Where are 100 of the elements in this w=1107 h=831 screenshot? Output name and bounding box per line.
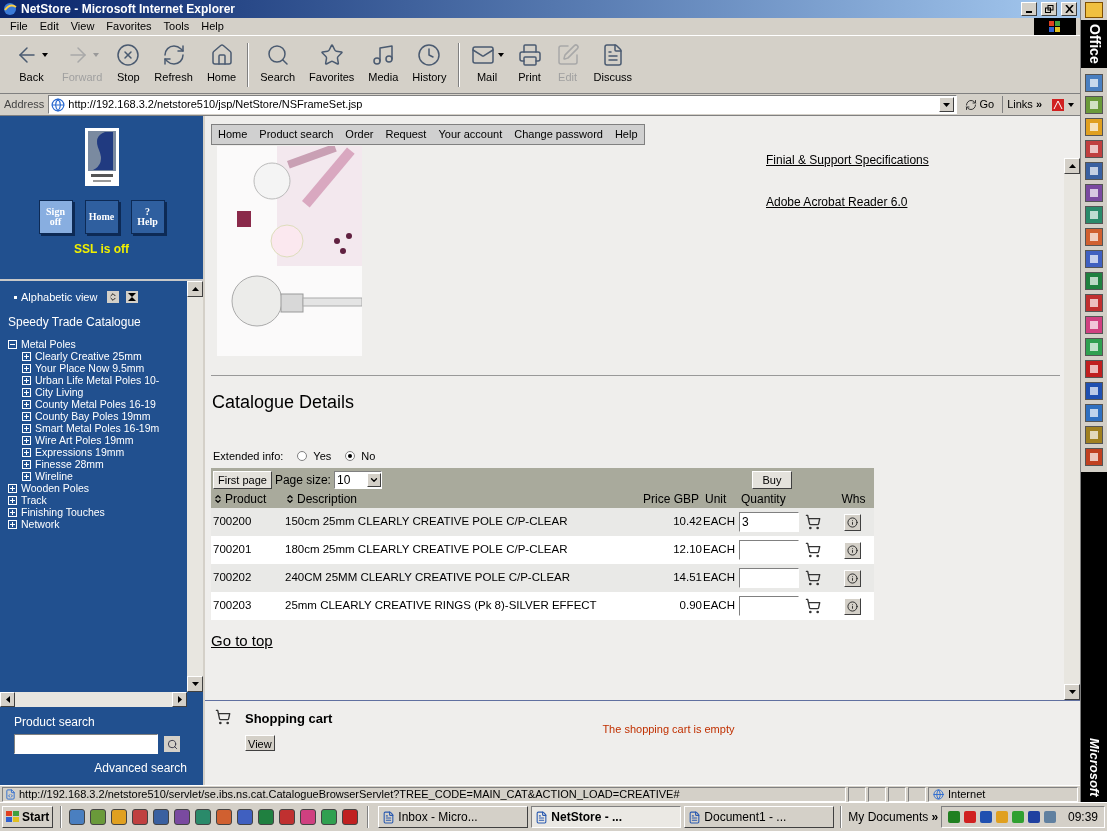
menu-item[interactable]: Tools [157, 18, 196, 35]
cart-icon[interactable] [805, 570, 821, 586]
app-shortcut-icon[interactable] [1085, 359, 1103, 378]
expand-icon[interactable] [22, 436, 31, 445]
expand-icon[interactable] [22, 376, 31, 385]
quick-launch-icon[interactable] [195, 809, 212, 825]
nav-item[interactable]: Order [339, 125, 380, 144]
cart-icon[interactable] [805, 514, 821, 530]
quick-launch-icon[interactable] [69, 809, 86, 825]
scroll-up-button[interactable] [1064, 158, 1080, 174]
expand-icon[interactable] [22, 424, 31, 433]
product-search-field[interactable] [14, 734, 158, 754]
app-shortcut-icon[interactable] [1085, 249, 1103, 268]
column-header[interactable]: Description [283, 490, 623, 508]
search-button[interactable] [164, 736, 180, 752]
cart-icon[interactable] [805, 598, 821, 614]
restore-button[interactable] [1041, 2, 1057, 16]
expand-icon[interactable] [22, 412, 31, 421]
toolbar-button[interactable]: History [405, 39, 454, 90]
collapse-all-icon[interactable] [126, 291, 139, 304]
quick-launch-icon[interactable] [300, 809, 317, 825]
scroll-right-button[interactable] [172, 692, 187, 707]
cart-icon[interactable] [805, 542, 821, 558]
quick-launch-icon[interactable] [111, 809, 128, 825]
links-button[interactable]: Links » [1002, 96, 1046, 113]
app-shortcut-icon[interactable] [1085, 315, 1103, 334]
quick-launch-icon[interactable] [342, 809, 359, 825]
app-shortcut-icon[interactable] [1085, 73, 1103, 92]
toolbar-button[interactable]: Favorites [302, 39, 362, 90]
scrollbar[interactable] [0, 692, 187, 707]
scroll-down-button[interactable] [1064, 684, 1080, 700]
toolbar-button[interactable]: Media [361, 39, 406, 90]
menu-item[interactable]: Favorites [100, 18, 158, 35]
info-icon[interactable] [844, 541, 861, 559]
app-shortcut-icon[interactable] [1085, 381, 1103, 400]
info-icon[interactable] [844, 569, 861, 587]
toolbar-button[interactable]: Refresh [147, 39, 200, 90]
view-button[interactable]: View [245, 734, 275, 751]
minimize-button[interactable] [1021, 2, 1037, 16]
info-icon[interactable] [844, 513, 861, 531]
quick-launch-icon[interactable] [174, 809, 191, 825]
expand-icon[interactable] [22, 400, 31, 409]
quick-launch-icon[interactable] [279, 809, 296, 825]
menu-item[interactable]: Help [195, 18, 230, 35]
toolbar-button[interactable]: Search [253, 39, 303, 90]
toolbar-button[interactable]: Stop [109, 39, 148, 90]
toolbar-button[interactable]: Mail [463, 39, 511, 90]
expand-icon[interactable] [8, 484, 17, 493]
nav-item[interactable]: Request [379, 125, 433, 144]
app-shortcut-icon[interactable] [1085, 117, 1103, 136]
toolbar-button[interactable]: Print [510, 39, 549, 90]
expand-icon[interactable] [22, 460, 31, 469]
toolbar-button[interactable]: Back [8, 39, 55, 90]
expand-all-icon[interactable] [107, 291, 120, 304]
collapse-icon[interactable] [8, 340, 17, 349]
quick-launch-icon[interactable] [258, 809, 275, 825]
expand-icon[interactable] [22, 352, 31, 361]
app-shortcut-icon[interactable] [1085, 161, 1103, 180]
tray-icon[interactable] [980, 811, 993, 823]
scroll-up-button[interactable] [187, 281, 203, 297]
app-shortcut-icon[interactable] [1085, 271, 1103, 290]
go-to-top-link[interactable]: Go to top [211, 630, 273, 653]
app-shortcut-icon[interactable] [1085, 227, 1103, 246]
app-shortcut-icon[interactable] [1085, 139, 1103, 158]
first-page-button[interactable]: First page [213, 471, 272, 489]
nav-item[interactable]: Home [212, 125, 254, 144]
column-header[interactable]: Product [211, 490, 283, 508]
address-field[interactable]: http://192.168.3.2/netstore510/jsp/NetStore/NSFrameSet.jsp [48, 95, 958, 114]
tray-icon[interactable] [948, 811, 961, 823]
radio-button[interactable] [297, 450, 308, 461]
page-size-select[interactable]: 10 [333, 471, 382, 489]
acrobat-icon[interactable] [1050, 96, 1076, 113]
radio-button[interactable] [345, 450, 356, 461]
tray-icon[interactable] [1044, 811, 1057, 823]
nav-item[interactable]: Help [608, 125, 644, 144]
document-link[interactable]: Finial & Support Specifications [766, 150, 929, 169]
view-link[interactable]: Alphabetic view [21, 289, 98, 306]
app-shortcut-icon[interactable] [1085, 205, 1103, 224]
expand-icon[interactable] [8, 496, 17, 505]
quick-launch-icon[interactable] [237, 809, 254, 825]
quick-launch-icon[interactable] [321, 809, 338, 825]
buy-button[interactable]: Buy [751, 471, 793, 489]
taskbar-button[interactable]: Inbox - Micro... [378, 806, 529, 828]
quick-launch-icon[interactable] [216, 809, 233, 825]
advanced-search-link[interactable]: Advanced search [94, 759, 187, 777]
app-shortcut-icon[interactable] [1085, 447, 1103, 466]
scroll-down-button[interactable] [187, 676, 203, 692]
nav-item[interactable]: Product search [253, 125, 340, 144]
scroll-left-button[interactable] [0, 692, 15, 707]
expand-icon[interactable] [8, 520, 17, 529]
info-icon[interactable] [844, 597, 861, 615]
quick-launch-icon[interactable] [90, 809, 107, 825]
quick-launch-icon[interactable] [153, 809, 170, 825]
tray-icon[interactable] [964, 811, 977, 823]
expand-icon[interactable] [22, 364, 31, 373]
app-shortcut-icon[interactable] [1085, 95, 1103, 114]
dropdown-button[interactable] [939, 97, 955, 112]
taskbar-button[interactable]: Document1 - ... [684, 806, 835, 828]
tray-icon[interactable] [1028, 811, 1041, 823]
menu-item[interactable]: File [4, 18, 34, 35]
